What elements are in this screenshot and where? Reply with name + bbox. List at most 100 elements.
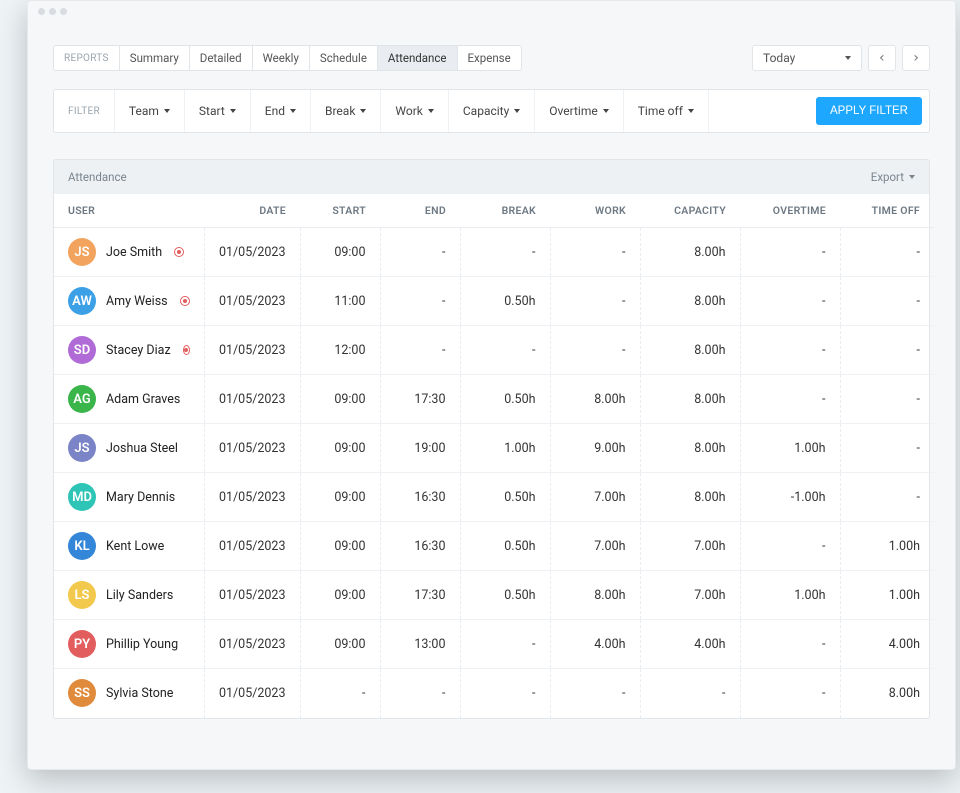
avatar: KL	[68, 532, 96, 560]
cell-overtime: -	[740, 620, 840, 669]
cell-break: -	[460, 228, 550, 277]
cell-work: 8.00h	[550, 571, 640, 620]
cell-capacity: 8.00h	[640, 277, 740, 326]
avatar: LS	[68, 581, 96, 609]
cell-break: 0.50h	[460, 375, 550, 424]
filter-break[interactable]: Break	[311, 90, 381, 132]
cell-end: -	[380, 326, 460, 375]
prev-date-button[interactable]: ‹	[868, 45, 896, 71]
user-name: Joshua Steel	[106, 441, 178, 456]
cell-date: 01/05/2023	[204, 326, 300, 375]
filter-work[interactable]: Work	[381, 90, 448, 132]
cell-break: 0.50h	[460, 473, 550, 522]
cell-date: 01/05/2023	[204, 522, 300, 571]
tab-detailed[interactable]: Detailed	[190, 46, 253, 70]
recording-icon	[174, 247, 184, 257]
user-cell[interactable]: JS Joshua Steel	[54, 424, 204, 473]
cell-capacity: 8.00h	[640, 473, 740, 522]
user-cell[interactable]: PY Phillip Young	[54, 620, 204, 669]
table-row: MDMary Dennis01/05/202309:0016:300.50h7.…	[54, 473, 934, 522]
window-titlebar	[28, 1, 955, 21]
filter-end[interactable]: End	[251, 90, 311, 132]
export-button[interactable]: Export	[871, 170, 915, 184]
cell-overtime: 1.00h	[740, 571, 840, 620]
cell-start: 11:00	[300, 277, 380, 326]
user-cell[interactable]: KLKent Lowe	[54, 522, 204, 571]
app-window: REPORTSSummaryDetailedWeeklyScheduleAtte…	[27, 0, 956, 770]
user-cell[interactable]: SSSylvia Stone	[54, 669, 204, 718]
avatar: JS	[68, 238, 96, 266]
cell-work: 8.00h	[550, 375, 640, 424]
filter-team[interactable]: Team	[115, 90, 185, 132]
cell-overtime: -	[740, 522, 840, 571]
user-cell[interactable]: AGAdam Graves	[54, 375, 204, 424]
chevron-down-icon	[290, 109, 296, 113]
user-cell[interactable]: SDStacey Diaz	[54, 326, 204, 375]
avatar: MD	[68, 483, 96, 511]
user-name: Phillip Young	[106, 637, 178, 652]
avatar: AW	[68, 287, 96, 315]
cell-date: 01/05/2023	[204, 277, 300, 326]
traffic-light-dot	[49, 8, 56, 15]
tab-expense[interactable]: Expense	[458, 46, 521, 70]
next-date-button[interactable]: ›	[902, 45, 930, 71]
avatar: JS	[68, 434, 96, 462]
cell-start: 09:00	[300, 424, 380, 473]
chevron-right-icon: ›	[912, 51, 920, 65]
filter-time-off[interactable]: Time off	[624, 90, 709, 132]
apply-filter-button[interactable]: APPLY FILTER	[816, 97, 922, 125]
filter-label: End	[265, 104, 285, 118]
cell-capacity: 7.00h	[640, 571, 740, 620]
cell-break: 0.50h	[460, 522, 550, 571]
cell-break: -	[460, 620, 550, 669]
cell-timeoff: -	[840, 473, 934, 522]
table-row: KLKent Lowe01/05/202309:0016:300.50h7.00…	[54, 522, 934, 571]
column-header: OVERTIME	[740, 194, 840, 228]
table-row: JSJoshua Steel01/05/202309:0019:001.00h9…	[54, 424, 934, 473]
filter-overtime[interactable]: Overtime	[535, 90, 623, 132]
cell-start: 09:00	[300, 375, 380, 424]
filter-label: Team	[129, 104, 159, 118]
table-row: SDStacey Diaz01/05/202312:00---8.00h--	[54, 326, 934, 375]
cell-timeoff: -	[840, 424, 934, 473]
column-header: USER	[54, 194, 204, 228]
filter-capacity[interactable]: Capacity	[449, 90, 535, 132]
export-label: Export	[871, 170, 904, 184]
chevron-down-icon	[360, 109, 366, 113]
user-cell[interactable]: LSLily Sanders	[54, 571, 204, 620]
cell-timeoff: -	[840, 228, 934, 277]
cell-timeoff: 1.00h	[840, 522, 934, 571]
cell-timeoff: -	[840, 326, 934, 375]
user-cell[interactable]: JS Joe Smith	[54, 228, 204, 277]
filter-start[interactable]: Start	[185, 90, 251, 132]
cell-date: 01/05/2023	[204, 473, 300, 522]
cell-timeoff: 4.00h	[840, 620, 934, 669]
traffic-light-dot	[38, 8, 45, 15]
chevron-down-icon	[603, 109, 609, 113]
cell-overtime: 1.00h	[740, 424, 840, 473]
user-name: Mary Dennis	[106, 490, 175, 505]
cell-date: 01/05/2023	[204, 669, 300, 718]
attendance-table: USERDATESTARTENDBREAKWORKCAPACITYOVERTIM…	[54, 194, 934, 718]
date-range-select[interactable]: Today	[752, 45, 862, 71]
filter-label: Work	[395, 104, 422, 118]
tab-summary[interactable]: Summary	[120, 46, 190, 70]
table-row: LSLily Sanders01/05/202309:0017:300.50h8…	[54, 571, 934, 620]
cell-start: 09:00	[300, 522, 380, 571]
avatar: PY	[68, 630, 96, 658]
user-name: Joe Smith	[106, 245, 162, 260]
tab-schedule[interactable]: Schedule	[310, 46, 378, 70]
user-cell[interactable]: MD Mary Dennis	[54, 473, 204, 522]
cell-start: 09:00	[300, 620, 380, 669]
tab-attendance[interactable]: Attendance	[378, 46, 458, 70]
cell-overtime: -1.00h	[740, 473, 840, 522]
user-cell[interactable]: AW Amy Weiss	[54, 277, 204, 326]
user-name: Amy Weiss	[106, 294, 168, 309]
cell-work: 7.00h	[550, 522, 640, 571]
cell-work: 7.00h	[550, 473, 640, 522]
filter-bar: FILTER TeamStartEndBreakWorkCapacityOver…	[53, 89, 930, 133]
cell-start: 12:00	[300, 326, 380, 375]
tab-weekly[interactable]: Weekly	[253, 46, 310, 70]
cell-date: 01/05/2023	[204, 620, 300, 669]
cell-overtime: -	[740, 375, 840, 424]
